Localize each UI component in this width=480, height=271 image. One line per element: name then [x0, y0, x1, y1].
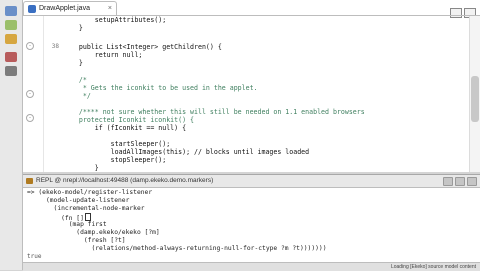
maximize-icon[interactable]	[467, 177, 477, 186]
repl-line: (model-update-listener	[27, 197, 130, 204]
editor-scrollbar[interactable]	[469, 16, 480, 172]
repl-line: => (ekeko-model/register-listener	[27, 189, 153, 196]
repl-line: (fn []	[27, 213, 91, 222]
fold-marker-icon[interactable]: -	[26, 42, 34, 50]
code-line: }	[63, 164, 99, 172]
code-line: }	[63, 24, 83, 32]
java-file-icon	[28, 5, 36, 13]
repl-header: REPL @ nrepl://localhost:49488 (damp.eke…	[23, 175, 480, 188]
clear-icon[interactable]	[443, 177, 453, 186]
repl-toolbar	[441, 177, 477, 191]
repl-view[interactable]: REPL @ nrepl://localhost:49488 (damp.eke…	[23, 174, 480, 271]
code-line: }	[63, 59, 83, 67]
comment-line: */	[63, 92, 91, 100]
repl-line: (damp.ekeko/ekeko [?m]	[27, 229, 160, 236]
code-line: setupAttributes();	[63, 16, 167, 24]
comment-line: * Gets the iconkit to be used in the app…	[63, 84, 258, 92]
left-toolbar	[0, 0, 23, 270]
code-line: public List<Integer> getChildren() {	[63, 43, 222, 51]
repl-line: (incremental-node-marker	[27, 205, 145, 212]
minimize-icon[interactable]	[455, 177, 465, 186]
package-explorer-icon[interactable]	[5, 6, 17, 16]
line-number: 38	[51, 43, 59, 50]
java-editor[interactable]: DrawApplet.java × - - - 38 setupAttribut…	[23, 0, 480, 172]
tab-label: DrawApplet.java	[39, 5, 90, 12]
outline-icon[interactable]	[5, 20, 17, 30]
minimize-icon[interactable]	[450, 8, 462, 18]
comment-line: /**** not sure whether this will still b…	[63, 108, 365, 116]
close-icon[interactable]: ×	[108, 2, 112, 16]
repl-line: (relations/method-always-returning-null-…	[27, 245, 327, 252]
problems-icon[interactable]	[5, 52, 17, 62]
scrollbar-thumb[interactable]	[471, 76, 479, 122]
code-line: loadAllImages(this); // blocks until ima…	[63, 148, 310, 156]
comment-line: /*	[63, 76, 87, 84]
tasks-icon[interactable]	[5, 34, 17, 44]
code-line: stopSleeper();	[63, 156, 167, 164]
repl-result: true	[27, 253, 42, 260]
repl-icon	[26, 178, 33, 184]
console-icon[interactable]	[5, 66, 17, 76]
code-line: startSleeper();	[63, 140, 171, 148]
editor-gutter: - - -	[23, 16, 44, 172]
code-line: return null;	[63, 51, 143, 59]
cursor-box-icon	[84, 213, 91, 221]
fold-marker-icon[interactable]: -	[26, 114, 34, 122]
repl-line: (map first	[27, 221, 107, 228]
repl-title: REPL @ nrepl://localhost:49488 (damp.eke…	[36, 177, 214, 184]
tab-drawapplet[interactable]: DrawApplet.java ×	[23, 1, 117, 16]
fold-marker-icon[interactable]: -	[26, 90, 34, 98]
comment-line: protected Iconkit iconkit() {	[63, 116, 195, 124]
repl-line: (fresh [?t]	[27, 237, 126, 244]
code-line: if (fIconkit == null) {	[63, 124, 187, 132]
